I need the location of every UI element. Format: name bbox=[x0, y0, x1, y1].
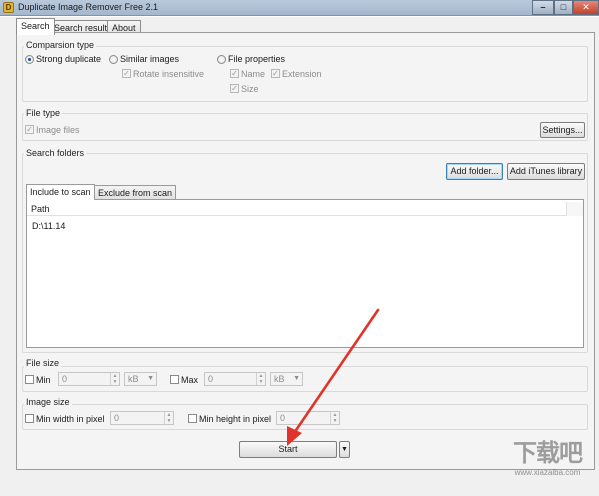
min-size-value: 0 bbox=[62, 374, 68, 384]
comparison-type-title: Comparsion type bbox=[24, 40, 97, 50]
close-button[interactable]: ✕ bbox=[573, 0, 599, 15]
extension-checkbox[interactable]: ✓ bbox=[271, 69, 280, 78]
image-files-checkbox[interactable]: ✓ bbox=[25, 125, 34, 134]
max-size-checkbox[interactable] bbox=[170, 375, 179, 384]
similar-images-label[interactable]: Similar images bbox=[120, 54, 179, 64]
watermark-url: www.xiazaiba.com bbox=[514, 468, 581, 477]
header-scroll-stub bbox=[566, 202, 583, 216]
add-itunes-library-button[interactable]: Add iTunes library bbox=[507, 163, 585, 180]
watermark-logo: 下载吧 www.xiazaiba.com bbox=[500, 440, 595, 492]
min-height-value: 0 bbox=[280, 413, 286, 423]
max-size-label: Max bbox=[181, 375, 199, 385]
image-size-title: Image size bbox=[24, 397, 72, 407]
path-header-label: Path bbox=[31, 204, 50, 214]
add-folder-button[interactable]: Add folder... bbox=[446, 163, 503, 180]
tab-include-to-scan[interactable]: Include to scan bbox=[26, 184, 95, 200]
min-size-unit-select[interactable]: kB ▼ bbox=[124, 372, 157, 386]
min-width-checkbox[interactable] bbox=[25, 414, 34, 423]
spin-arrows-icon[interactable]: ▲ ▼ bbox=[330, 412, 339, 424]
rotate-insensitive-checkbox[interactable]: ✓ bbox=[122, 69, 131, 78]
min-size-checkbox[interactable] bbox=[25, 375, 34, 384]
min-size-label: Min bbox=[36, 375, 51, 385]
spin-arrows-icon[interactable]: ▲ ▼ bbox=[110, 373, 119, 385]
chevron-down-icon: ▼ bbox=[147, 375, 154, 382]
chevron-down-icon: ▼ bbox=[341, 446, 348, 453]
rotate-insensitive-label: Rotate insensitive bbox=[133, 69, 205, 79]
file-size-title: File size bbox=[24, 358, 62, 368]
file-type-title: File type bbox=[24, 108, 63, 118]
spin-arrows-icon[interactable]: ▲ ▼ bbox=[164, 412, 173, 424]
list-item[interactable]: D:\11.14 bbox=[32, 221, 65, 231]
strong-duplicate-label[interactable]: Strong duplicate bbox=[36, 54, 101, 64]
start-dropdown-button[interactable]: ▼ bbox=[339, 441, 350, 458]
spin-arrows-icon[interactable]: ▲ ▼ bbox=[256, 373, 265, 385]
tab-search[interactable]: Search bbox=[16, 18, 55, 35]
min-height-spinbox[interactable]: 0 ▲ ▼ bbox=[276, 411, 340, 425]
app-icon: D bbox=[3, 2, 14, 13]
max-size-unit: kB bbox=[274, 374, 285, 384]
max-size-spinbox[interactable]: 0 ▲ ▼ bbox=[204, 372, 266, 386]
window-title: Duplicate Image Remover Free 2.1 bbox=[18, 2, 159, 12]
tab-exclude-from-scan[interactable]: Exclude from scan bbox=[94, 185, 177, 200]
chevron-down-icon: ▼ bbox=[293, 375, 300, 382]
file-type-group bbox=[22, 113, 588, 141]
min-size-spinbox[interactable]: 0 ▲ ▼ bbox=[58, 372, 120, 386]
name-checkbox[interactable]: ✓ bbox=[230, 69, 239, 78]
min-width-value: 0 bbox=[114, 413, 120, 423]
search-folders-title: Search folders bbox=[24, 148, 87, 158]
min-size-unit: kB bbox=[128, 374, 139, 384]
file-properties-label[interactable]: File properties bbox=[228, 54, 285, 64]
size-checkbox[interactable]: ✓ bbox=[230, 84, 239, 93]
file-properties-radio[interactable] bbox=[217, 55, 226, 64]
size-label: Size bbox=[241, 84, 259, 94]
strong-duplicate-radio[interactable] bbox=[25, 55, 34, 64]
similar-images-radio[interactable] bbox=[109, 55, 118, 64]
folder-list[interactable]: Path D:\11.14 bbox=[26, 199, 584, 348]
name-label: Name bbox=[241, 69, 266, 79]
settings-button[interactable]: Settings... bbox=[540, 122, 585, 138]
extension-label: Extension bbox=[282, 69, 322, 79]
watermark-glyphs: 下载吧 bbox=[513, 440, 583, 467]
min-width-label: Min width in pixel bbox=[36, 414, 105, 424]
max-size-value: 0 bbox=[208, 374, 214, 384]
min-height-label: Min height in pixel bbox=[199, 414, 272, 424]
path-column-header[interactable]: Path bbox=[27, 202, 583, 216]
minimize-button[interactable]: – bbox=[532, 0, 554, 15]
start-button[interactable]: Start bbox=[239, 441, 337, 458]
image-files-label: Image files bbox=[36, 125, 80, 135]
maximize-button[interactable]: □ bbox=[554, 0, 573, 15]
min-height-checkbox[interactable] bbox=[188, 414, 197, 423]
max-size-unit-select[interactable]: kB ▼ bbox=[270, 372, 303, 386]
title-bar: D Duplicate Image Remover Free 2.1 – □ ✕ bbox=[0, 0, 599, 16]
min-width-spinbox[interactable]: 0 ▲ ▼ bbox=[110, 411, 174, 425]
